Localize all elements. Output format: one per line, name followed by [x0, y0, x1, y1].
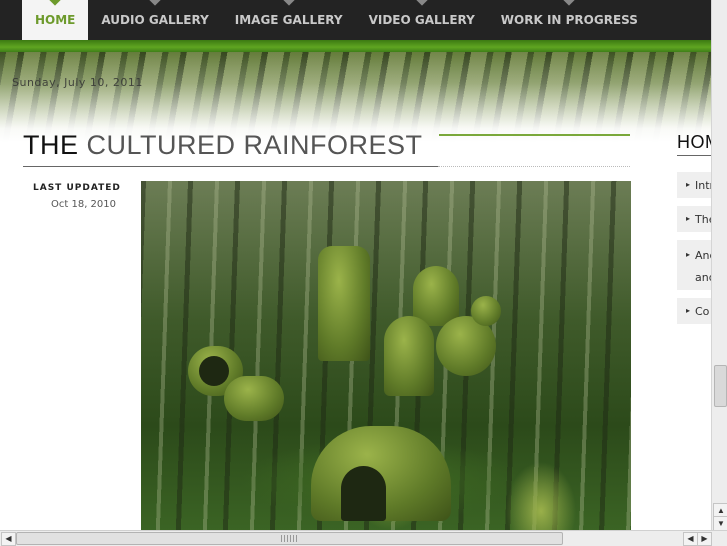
nav-image-gallery-label: IMAGE GALLERY	[234, 13, 343, 27]
stone-ring	[224, 376, 284, 421]
rainforest-photo	[141, 181, 631, 531]
arrow-right-icon: ▸	[686, 214, 691, 223]
stone-opening	[199, 356, 229, 386]
nav-video-gallery[interactable]: VIDEO GALLERY	[356, 0, 488, 40]
nav-diamond-icon	[149, 0, 161, 6]
scroll-grip-icon	[281, 535, 297, 542]
title-rest: CULTURED RAINFOREST	[86, 130, 423, 160]
stone-mound	[413, 266, 459, 326]
title-accent-rule	[439, 134, 630, 136]
scroll-left-button-2[interactable]: ◀	[683, 532, 698, 546]
nav-diamond-icon	[283, 0, 295, 6]
nav-audio-gallery[interactable]: AUDIO GALLERY	[88, 0, 221, 40]
nav-home-label: HOME	[35, 13, 76, 27]
scroll-right-button[interactable]: ▶	[697, 532, 712, 546]
top-navigation: HOME AUDIO GALLERY IMAGE GALLERY VIDEO G…	[0, 0, 727, 40]
nav-diamond-icon	[563, 0, 576, 6]
nav-diamond-icon	[416, 0, 428, 6]
nav-audio-gallery-label: AUDIO GALLERY	[101, 13, 209, 27]
stone-opening	[341, 466, 386, 521]
stone-mound	[384, 316, 434, 396]
horizontal-scrollbar[interactable]: ◀ ◀ ▶	[0, 530, 727, 546]
stone-pillar	[318, 246, 370, 361]
last-updated-label: LAST UPDATED	[33, 183, 121, 193]
arrow-right-icon: ▸	[686, 180, 691, 189]
nav-work-in-progress-label: WORK IN PROGRESS	[500, 13, 638, 27]
stone-mound	[471, 296, 501, 326]
title-first: THE	[23, 130, 79, 160]
vertical-scroll-thumb[interactable]	[714, 365, 727, 407]
nav-image-gallery[interactable]: IMAGE GALLERY	[222, 0, 356, 40]
banner-date: Sunday, July 10, 2011	[12, 76, 143, 89]
title-underline	[23, 166, 438, 167]
horizontal-scroll-thumb[interactable]	[16, 532, 563, 545]
nav-diamond-icon	[49, 0, 61, 6]
title-dotted-rule	[438, 166, 630, 167]
sidebar-item-label: Co	[695, 305, 710, 318]
page-title-block: THE CULTURED RAINFOREST	[23, 128, 630, 168]
arrow-right-icon: ▸	[686, 306, 691, 315]
scroll-left-button[interactable]: ◀	[1, 532, 16, 546]
arrow-right-icon: ▸	[686, 250, 691, 259]
green-divider-bar	[0, 40, 727, 52]
nav-video-gallery-label: VIDEO GALLERY	[368, 13, 475, 27]
nav-work-in-progress[interactable]: WORK IN PROGRESS	[488, 0, 651, 40]
nav-home[interactable]: HOME	[22, 0, 89, 40]
scroll-down-button[interactable]: ▼	[713, 516, 727, 531]
vertical-scrollbar[interactable]: ▲ ▼	[711, 0, 727, 531]
page-title: THE CULTURED RAINFOREST	[23, 130, 423, 161]
last-updated-date: Oct 18, 2010	[51, 199, 116, 210]
